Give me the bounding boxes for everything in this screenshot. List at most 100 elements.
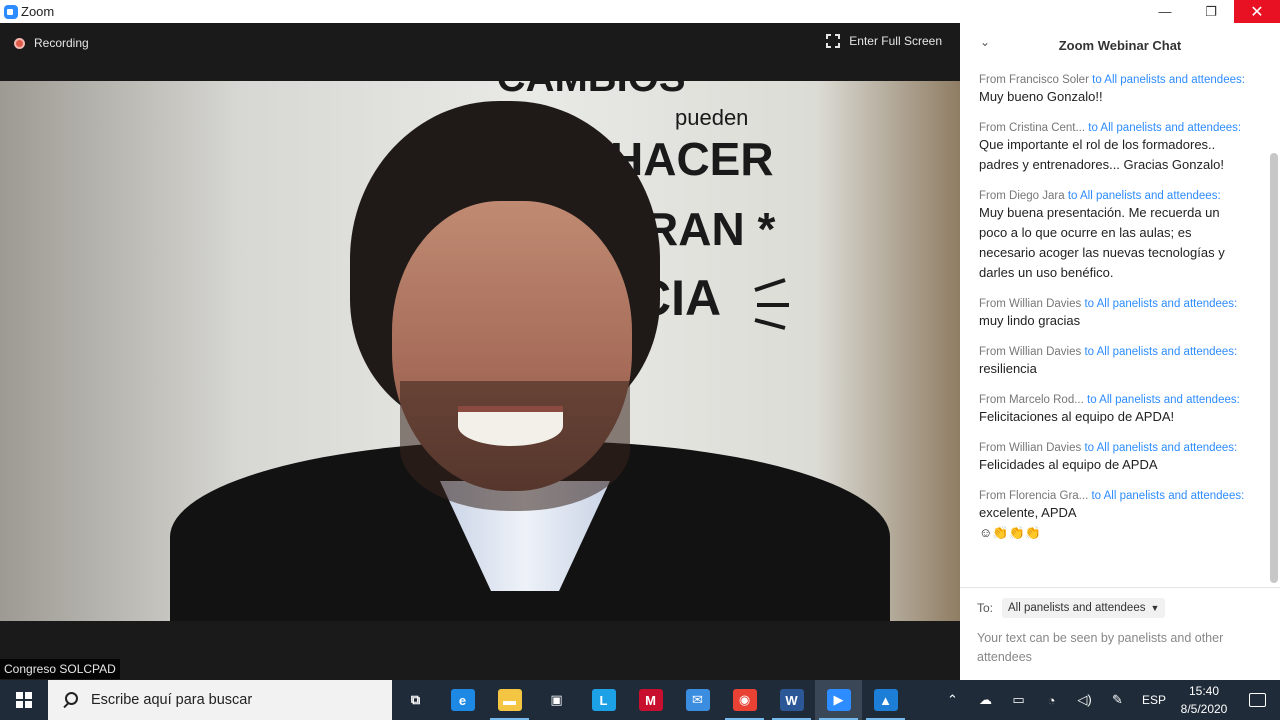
mcafee-icon: M: [638, 689, 663, 711]
minimize-button[interactable]: —: [1142, 0, 1188, 23]
taskbar-app-zoom[interactable]: ▶: [815, 680, 862, 720]
notification-center-button[interactable]: [1234, 680, 1280, 720]
taskbar-app-l-app[interactable]: L: [580, 680, 627, 720]
word-icon: W: [779, 689, 804, 711]
notification-icon: [1248, 693, 1266, 707]
message-meta: From Marcelo Rod... to All panelists and…: [979, 393, 1268, 407]
system-tray: ⌃ ☁ ▭ ◔ ◁) ✎ ESP 15:40 8/5/2020: [936, 680, 1280, 720]
message-recipient[interactable]: to All panelists and attendees:: [1084, 298, 1237, 310]
maximize-button[interactable]: ❐: [1188, 0, 1234, 23]
chevron-down-icon[interactable]: ⌄: [980, 35, 994, 49]
chat-message-list[interactable]: From Francisco Soler to All panelists an…: [960, 67, 1268, 587]
message-meta: From Diego Jara to All panelists and att…: [979, 189, 1268, 203]
mail-icon: ✉: [685, 689, 710, 711]
chevron-down-icon: ▼: [1150, 603, 1160, 613]
message-recipient[interactable]: to All panelists and attendees:: [1087, 394, 1240, 406]
chevron-up-icon[interactable]: ⌃: [936, 680, 969, 720]
message-meta: From Willian Davies to All panelists and…: [979, 441, 1268, 455]
video-bottom-bar: [0, 621, 960, 680]
edge-icon: e: [450, 689, 475, 711]
taskbar-app-store[interactable]: ▣: [533, 680, 580, 720]
person-smile: [458, 406, 563, 446]
message-text: Felicidades al equipo de APDA: [979, 457, 1158, 472]
person-beard: [400, 381, 630, 511]
taskbar-app-mail[interactable]: ✉: [674, 680, 721, 720]
recording-indicator[interactable]: Recording: [14, 36, 89, 50]
message-recipient[interactable]: to All panelists and attendees:: [1088, 122, 1241, 134]
clock[interactable]: 15:40 8/5/2020: [1174, 682, 1234, 718]
search-placeholder: Escribe aquí para buscar: [91, 692, 253, 708]
chrome-icon: ◉: [732, 689, 757, 711]
clock-date: 8/5/2020: [1180, 702, 1228, 716]
message-text: Muy buena presentación. Me recuerda un p…: [979, 205, 1225, 280]
message-text: Muy bueno Gonzalo!!: [979, 89, 1103, 104]
message-sender: From Marcelo Rod...: [979, 394, 1084, 406]
message-sender: From Francisco Soler: [979, 74, 1089, 86]
chat-message: From Willian Davies to All panelists and…: [979, 345, 1268, 379]
volume-icon[interactable]: ◁): [1068, 680, 1101, 720]
taskbar-app-mcafee[interactable]: M: [627, 680, 674, 720]
onedrive-icon[interactable]: ☁: [969, 680, 1002, 720]
taskbar-app-file-explorer[interactable]: ▬: [486, 680, 533, 720]
recipient-dropdown[interactable]: All panelists and attendees ▼: [1002, 598, 1166, 618]
message-meta: From Florencia Gra... to All panelists a…: [979, 489, 1268, 503]
message-sender: From Cristina Cent...: [979, 122, 1086, 134]
chat-message: From Francisco Soler to All panelists an…: [979, 73, 1268, 107]
chat-message: From Cristina Cent... to All panelists a…: [979, 121, 1268, 175]
taskbar-app-chrome[interactable]: ◉: [721, 680, 768, 720]
l-app-icon: L: [591, 689, 616, 711]
store-icon: ▣: [550, 692, 563, 707]
message-recipient[interactable]: to All panelists and attendees:: [1084, 442, 1237, 454]
recipient-value: All panelists and attendees: [1008, 602, 1146, 614]
window-controls: — ❐ ✕: [1142, 0, 1280, 23]
fullscreen-label: Enter Full Screen: [849, 34, 942, 48]
to-label: To:: [977, 601, 994, 615]
chat-message-input[interactable]: Your text can be seen by panelists and o…: [977, 629, 1267, 667]
chat-message: From Diego Jara to All panelists and att…: [979, 189, 1268, 283]
clock-time: 15:40: [1188, 684, 1220, 698]
message-recipient[interactable]: to All panelists and attendees:: [1091, 490, 1244, 502]
message-recipient[interactable]: to All panelists and attendees:: [1084, 346, 1237, 358]
enter-fullscreen-button[interactable]: Enter Full Screen: [826, 34, 942, 48]
title-bar: Zoom — ❐ ✕: [0, 0, 1280, 23]
message-emoji: ☺👏👏👏: [979, 525, 1041, 540]
fullscreen-icon: [826, 34, 841, 48]
taskbar-app-photos[interactable]: ▲: [862, 680, 909, 720]
recording-label: Recording: [34, 36, 89, 50]
message-sender: From Willian Davies: [979, 442, 1082, 454]
taskbar-app-word[interactable]: W: [768, 680, 815, 720]
message-meta: From Willian Davies to All panelists and…: [979, 345, 1268, 359]
taskbar-apps: ⧉ e ▬ ▣ L M ✉ ◉ W ▶ ▲: [392, 680, 909, 720]
taskbar-search[interactable]: Escribe aquí para buscar: [48, 680, 392, 720]
message-recipient[interactable]: to All panelists and attendees:: [1092, 74, 1245, 86]
pen-icon[interactable]: ✎: [1101, 680, 1134, 720]
start-button[interactable]: [0, 680, 48, 720]
input-language[interactable]: ESP: [1134, 693, 1174, 707]
message-meta: From Cristina Cent... to All panelists a…: [979, 121, 1268, 135]
record-icon: [14, 37, 25, 49]
window-title: Zoom: [21, 4, 55, 19]
svg-text:RAN *: RAN *: [645, 203, 775, 255]
chat-message: From Marcelo Rod... to All panelists and…: [979, 393, 1268, 427]
chat-panel: ⌄ Zoom Webinar Chat From Francisco Soler…: [960, 23, 1280, 680]
message-recipient[interactable]: to All panelists and attendees:: [1068, 190, 1221, 202]
battery-icon[interactable]: ▭: [1002, 680, 1035, 720]
message-sender: From Willian Davies: [979, 346, 1082, 358]
search-icon: [62, 692, 78, 708]
message-text: Que importante el rol de los formadores.…: [979, 137, 1224, 172]
message-text: resiliencia: [979, 361, 1037, 376]
wifi-icon[interactable]: ◔: [1035, 680, 1068, 720]
message-meta: From Francisco Soler to All panelists an…: [979, 73, 1268, 87]
message-sender: From Willian Davies: [979, 298, 1082, 310]
chat-title: Zoom Webinar Chat: [1058, 37, 1182, 53]
close-button[interactable]: ✕: [1234, 0, 1280, 23]
task-view-icon: ⧉: [410, 692, 421, 707]
participant-video[interactable]: * CAMBIOS pueden HACER RAN * CIA: [0, 81, 960, 621]
message-sender: From Florencia Gra...: [979, 490, 1089, 502]
taskbar-app-edge[interactable]: e: [439, 680, 486, 720]
chat-scrollbar[interactable]: [1270, 153, 1278, 583]
chat-divider: [960, 587, 1280, 588]
chat-header: ⌄ Zoom Webinar Chat: [960, 23, 1280, 67]
taskbar-app-task-view[interactable]: ⧉: [392, 680, 439, 720]
windows-logo-icon: [16, 692, 32, 708]
